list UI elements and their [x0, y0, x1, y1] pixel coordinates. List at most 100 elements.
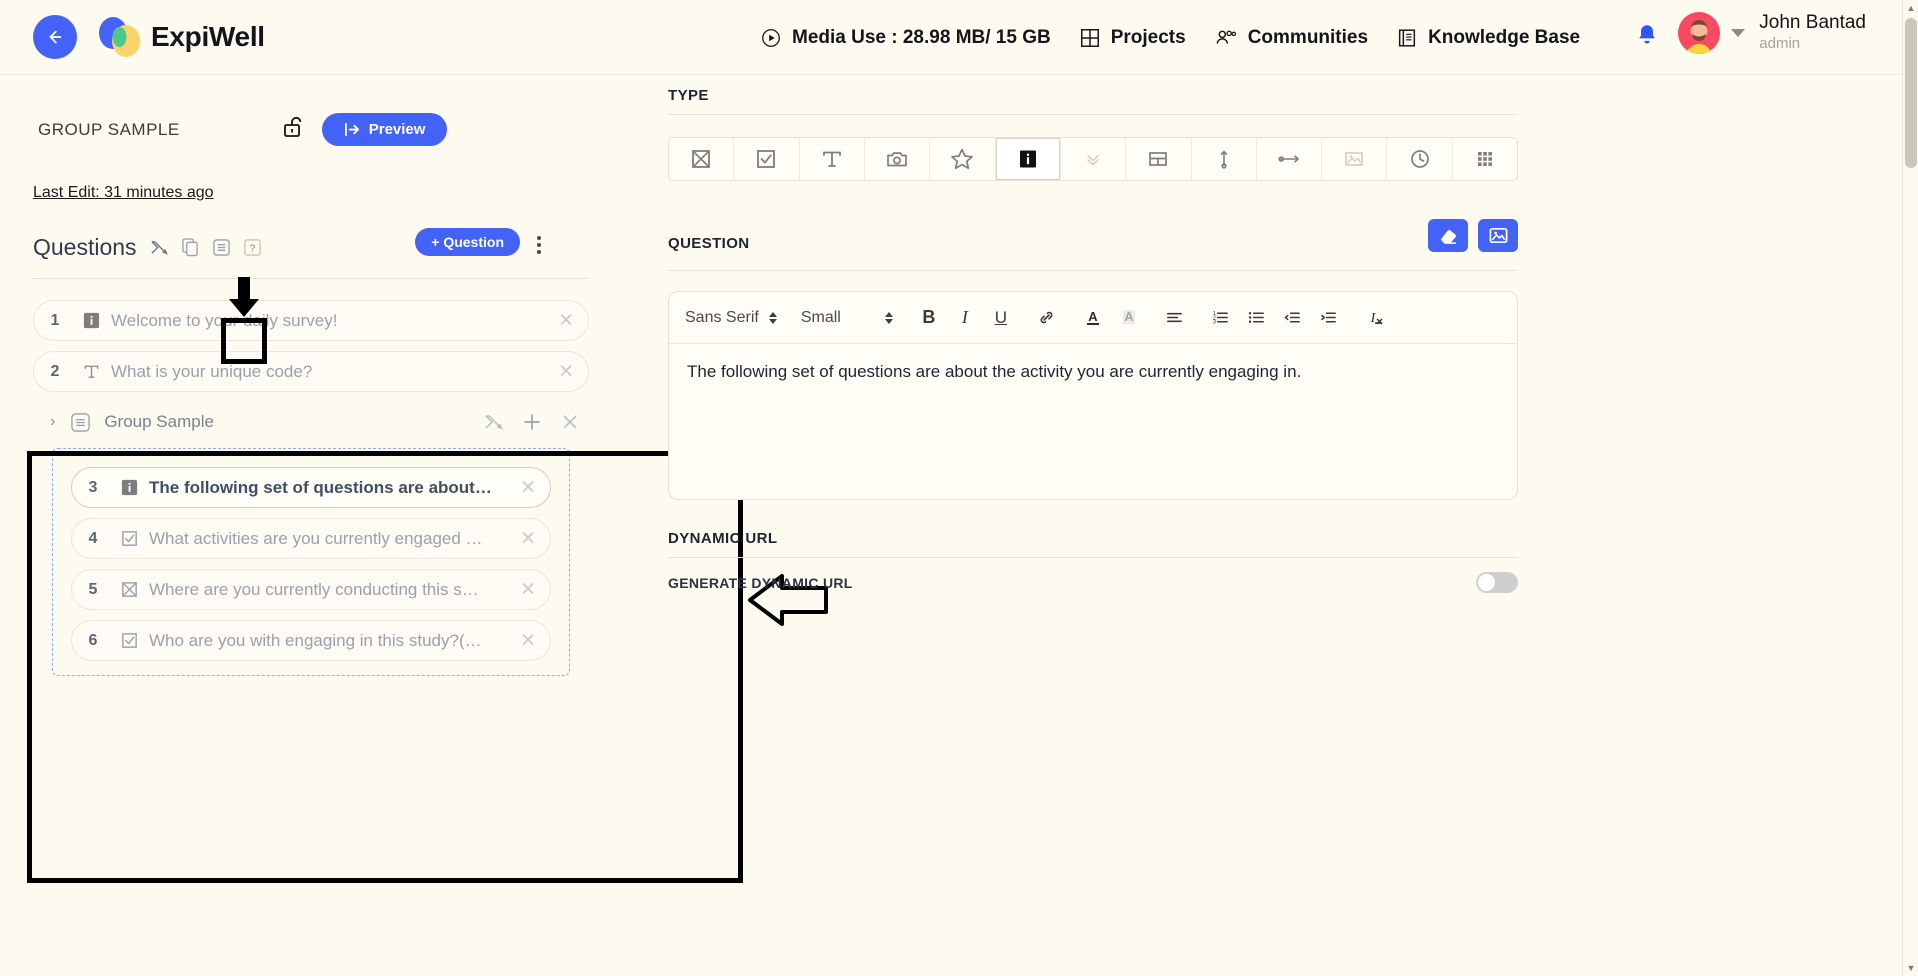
vertical-scrollbar[interactable]: ▲ ▼	[1902, 0, 1918, 976]
remove-question-icon[interactable]: ✕	[520, 629, 536, 652]
user-menu-chevron-icon[interactable]	[1731, 29, 1746, 37]
chevron-right-icon[interactable]: ›	[50, 413, 55, 431]
question-section-label: QUESTION	[668, 235, 750, 252]
group-list-icon[interactable]	[212, 238, 231, 257]
close-icon[interactable]	[560, 412, 580, 432]
insert-image-button[interactable]	[1478, 219, 1518, 252]
nav-knowledge-base-label: Knowledge Base	[1428, 26, 1581, 48]
media-use-label: Media Use : 28.98 MB/ 15 GB	[792, 26, 1051, 48]
last-edit-link[interactable]: Last Edit: 31 minutes ago	[33, 184, 214, 202]
question-number: 2	[50, 362, 60, 380]
font-size-select[interactable]: Small	[801, 309, 893, 327]
bullet-list-icon[interactable]	[1239, 308, 1275, 327]
bold-icon[interactable]: B	[911, 307, 947, 328]
nav-projects[interactable]: Projects	[1079, 27, 1186, 49]
nav-knowledge-base[interactable]: Knowledge Base	[1396, 27, 1580, 49]
matrix-icon	[1149, 152, 1168, 166]
question-title: What activities are you currently engage…	[149, 528, 483, 548]
notifications-button[interactable]	[1634, 22, 1660, 53]
type-multiple-choice[interactable]	[669, 138, 735, 180]
font-family-select[interactable]: Sans Serif	[685, 309, 777, 327]
group-name: Group Sample	[104, 412, 214, 431]
nav-communities-label: Communities	[1247, 26, 1369, 48]
type-range[interactable]	[1257, 138, 1323, 180]
scroll-up-icon[interactable]: ▲	[1903, 0, 1918, 16]
link-icon[interactable]	[1029, 308, 1065, 327]
questions-heading: Questions	[33, 234, 137, 260]
preview-button-label: Preview	[368, 121, 426, 138]
type-text[interactable]	[800, 138, 865, 180]
help-icon[interactable]: ?	[243, 239, 261, 256]
shuffle-icon[interactable]	[484, 412, 504, 432]
page-body: GROUP SAMPLE Preview Last Edit: 31 minut…	[0, 75, 1918, 976]
plus-icon[interactable]	[522, 412, 542, 432]
duplicate-icon[interactable]	[181, 238, 199, 257]
question-number: 4	[88, 529, 98, 547]
type-info[interactable]	[995, 138, 1061, 180]
questions-toolbar: Questions ? + Question	[33, 228, 589, 261]
preview-button[interactable]: Preview	[321, 113, 448, 146]
scrollbar-thumb[interactable]	[1905, 18, 1917, 168]
question-number: 6	[88, 631, 98, 649]
questions-panel: GROUP SAMPLE Preview Last Edit: 31 minut…	[0, 75, 828, 976]
highlight-color-icon[interactable]: A	[1111, 308, 1147, 328]
type-star-rating[interactable]	[930, 138, 996, 180]
font-color-icon[interactable]: A	[1075, 308, 1111, 328]
eraser-button[interactable]	[1428, 219, 1468, 252]
outdent-icon[interactable]	[1275, 308, 1311, 327]
brand-logo[interactable]: ExpiWell	[97, 14, 265, 60]
type-image-choice[interactable]	[1322, 138, 1388, 180]
type-matrix[interactable]	[1126, 138, 1192, 180]
question-row-2[interactable]: 2 What is your unique code? ✕	[33, 351, 589, 392]
unlocked-padlock-icon[interactable]	[281, 114, 305, 145]
generate-dynamic-url-toggle[interactable]	[1476, 572, 1518, 593]
question-title: Who are you with engaging in this study?…	[149, 630, 482, 650]
remove-question-icon[interactable]: ✕	[520, 527, 536, 550]
book-icon	[1398, 28, 1416, 47]
type-camera[interactable]	[865, 138, 931, 180]
ordered-list-icon[interactable]: 1 2 3	[1203, 308, 1239, 327]
italic-icon[interactable]: I	[947, 307, 983, 328]
checkbox-icon	[757, 150, 776, 168]
dynamic-url-section: DYNAMIC URL GENERATE DYNAMIC URL	[668, 530, 1518, 593]
camera-icon	[887, 152, 907, 167]
question-row-3[interactable]: 3 The following set of questions are abo…	[71, 467, 551, 508]
svg-text:?: ?	[249, 243, 255, 254]
type-checkbox[interactable]	[734, 138, 800, 180]
type-clock[interactable]	[1387, 138, 1453, 180]
question-row-4[interactable]: 4 What activities are you currently enga…	[71, 518, 551, 559]
font-size-value: Small	[800, 308, 841, 326]
question-row-1[interactable]: 1 Welcome to your daily survey! ✕	[33, 300, 589, 341]
question-row-5[interactable]: 5 Where are you currently conducting thi…	[71, 569, 551, 610]
nav-communities[interactable]: Communities	[1214, 27, 1368, 49]
text-icon	[76, 362, 106, 381]
type-grid[interactable]	[1453, 138, 1517, 180]
question-title: Where are you currently conducting this …	[149, 579, 479, 599]
type-dropdown[interactable]	[1061, 138, 1127, 180]
question-number: 5	[88, 580, 98, 598]
play-circle-icon	[762, 28, 780, 47]
remove-question-icon[interactable]: ✕	[558, 309, 574, 332]
remove-question-icon[interactable]: ✕	[520, 476, 536, 499]
clear-format-icon[interactable]: I	[1357, 308, 1393, 328]
indent-icon[interactable]	[1311, 308, 1347, 327]
align-icon[interactable]	[1157, 308, 1193, 327]
group-header[interactable]: › Group Sample	[22, 402, 590, 442]
add-question-button[interactable]: + Question	[415, 228, 520, 256]
checkbox-icon	[114, 631, 144, 650]
back-button[interactable]	[33, 15, 77, 59]
scroll-down-icon[interactable]: ▼	[1903, 960, 1918, 976]
type-slider[interactable]	[1192, 138, 1257, 180]
underline-icon[interactable]: U	[983, 308, 1019, 328]
group-list-icon	[70, 412, 91, 433]
info-icon	[76, 311, 106, 330]
brand-name: ExpiWell	[151, 21, 265, 52]
editor-content[interactable]: The following set of questions are about…	[669, 344, 1517, 499]
remove-question-icon[interactable]: ✕	[520, 578, 536, 601]
remove-question-icon[interactable]: ✕	[558, 360, 574, 383]
questions-more-options-icon[interactable]	[537, 236, 541, 254]
question-row-6[interactable]: 6 Who are you with engaging in this stud…	[71, 620, 551, 661]
shuffle-icon[interactable]	[150, 238, 169, 257]
user-menu[interactable]: John Bantad admin	[1678, 12, 1866, 54]
dynamic-url-label: DYNAMIC URL	[668, 530, 778, 547]
